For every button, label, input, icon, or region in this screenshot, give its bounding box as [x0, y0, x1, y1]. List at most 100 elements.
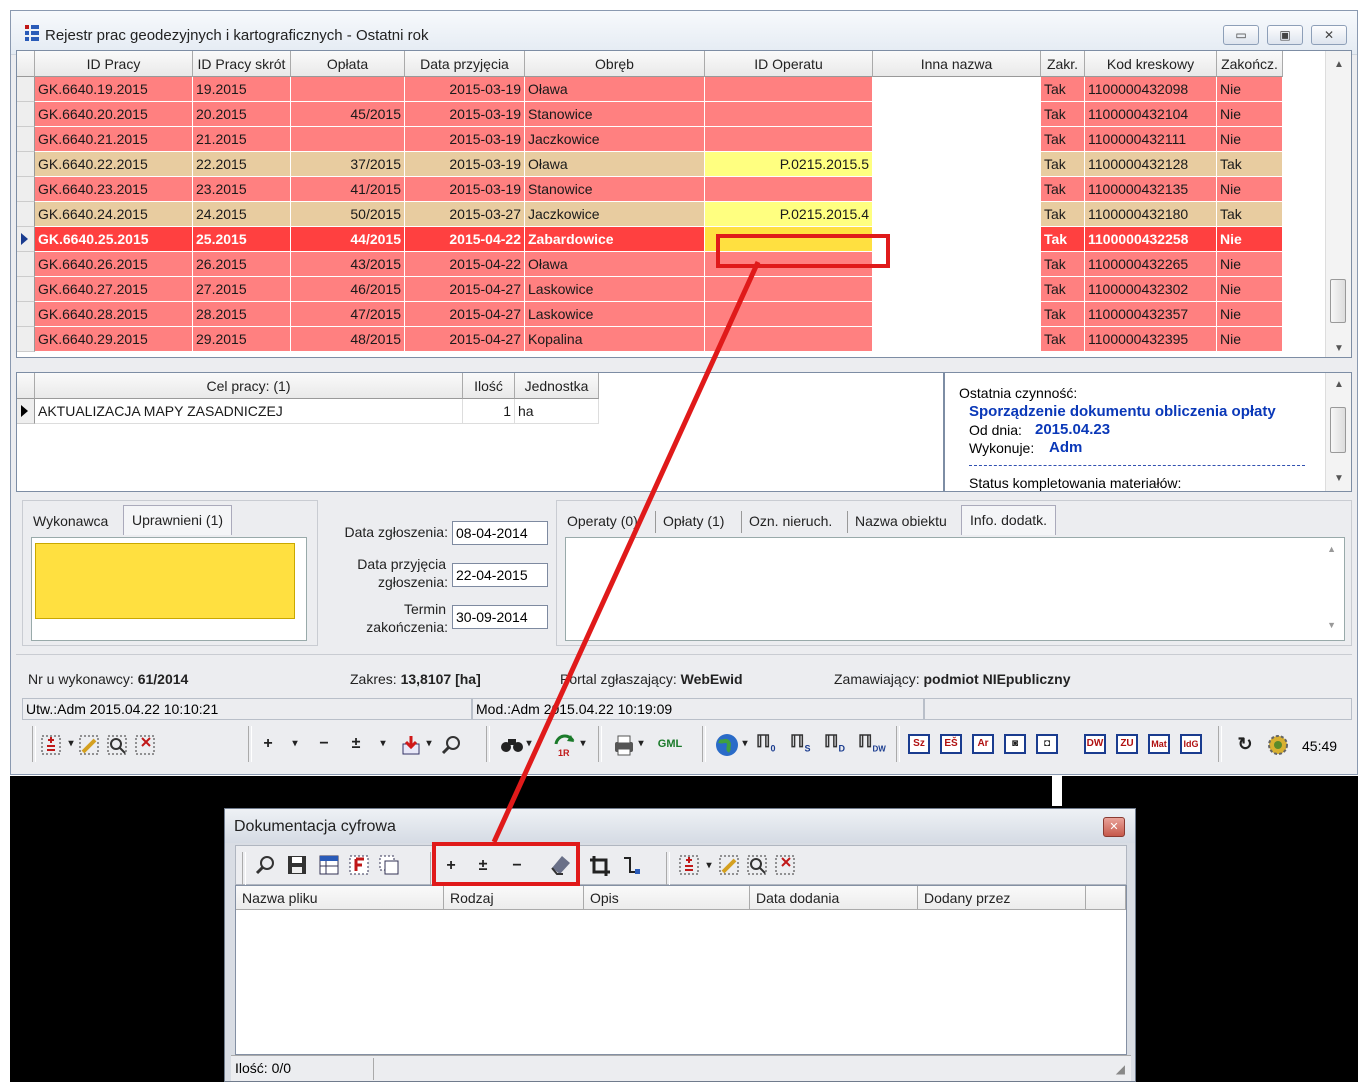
works-grid[interactable]: ID Pracy ID Pracy skrót Opłata Data przyjęc…	[16, 50, 1352, 358]
scroll-up-icon[interactable]: ▲	[1327, 544, 1336, 554]
row-selector[interactable]	[17, 202, 35, 227]
edit-icon[interactable]	[78, 734, 100, 756]
globe-dropdown-icon[interactable]: ▾	[740, 732, 750, 756]
table-row[interactable]: GK.6640.24.2015 24.2015 50/2015 2015-03-27 J…	[17, 202, 1283, 227]
binoculars-icon[interactable]	[500, 734, 524, 756]
col-header-kod[interactable]: Kod kreskowy	[1085, 51, 1217, 77]
scroll-thumb[interactable]	[1330, 279, 1346, 323]
contractor-field[interactable]	[35, 543, 295, 619]
maximize-button[interactable]: ▣	[1267, 25, 1303, 45]
sz-icon[interactable]: Sz	[908, 734, 930, 754]
close-button[interactable]: ✕	[1311, 25, 1347, 45]
dialog-files-grid[interactable]: Nazwa pliku Rodzaj Opis Data dodania Dod…	[235, 885, 1127, 1055]
search-icon[interactable]	[254, 854, 276, 876]
import-icon[interactable]	[400, 734, 422, 756]
last-action-scrollbar[interactable]: ▲ ▼	[1325, 373, 1351, 491]
crop-icon[interactable]	[588, 854, 612, 878]
toggle-dropdown-icon[interactable]: ▾	[378, 732, 388, 756]
globe-icon[interactable]	[714, 732, 740, 758]
scroll-up-icon[interactable]: ▲	[1334, 379, 1344, 390]
row-selector[interactable]	[17, 77, 35, 102]
row-selector[interactable]	[17, 327, 35, 352]
table-row[interactable]: GK.6640.22.2015 22.2015 37/2015 2015-03-19 O…	[17, 152, 1283, 177]
mapd-icon[interactable]: ℿD	[824, 732, 848, 756]
col-header-data[interactable]: Data przyjęcia	[405, 51, 525, 77]
reload-icon[interactable]: ↻	[1236, 732, 1254, 756]
col-header-skrot[interactable]: ID Pracy skrót	[193, 51, 291, 77]
scroll-thumb[interactable]	[1330, 407, 1346, 453]
tab-uprawnieni[interactable]: Uprawnieni (1)	[123, 505, 233, 535]
table-row[interactable]: GK.6640.23.2015 23.2015 41/2015 2015-03-19 S…	[17, 177, 1283, 202]
grid-scrollbar[interactable]: ▲ ▼	[1325, 51, 1351, 357]
resize-grip-icon[interactable]: ◢	[1116, 1062, 1125, 1076]
table-row[interactable]: GK.6640.27.2015 27.2015 46/2015 2015-04-27 L…	[17, 277, 1283, 302]
data-zgloszenia-field[interactable]: 08-04-2014	[452, 521, 548, 545]
termin-field[interactable]: 30-09-2014	[452, 605, 548, 629]
scroll-down-icon[interactable]: ▼	[1334, 473, 1344, 484]
insert-row-icon[interactable]	[678, 854, 702, 876]
connector-icon[interactable]	[620, 854, 642, 876]
tab-operaty[interactable]: Operaty (0)	[567, 513, 638, 529]
mat-icon[interactable]: Mat	[1148, 734, 1170, 754]
mapdw-icon[interactable]: ℿDW	[858, 732, 886, 756]
import-dropdown-icon[interactable]: ▾	[424, 732, 434, 756]
row-selector[interactable]	[17, 127, 35, 152]
copy-icon[interactable]	[378, 854, 400, 876]
ar-icon[interactable]: Ar	[972, 734, 994, 754]
tab-wykonawca[interactable]: Wykonawca	[33, 513, 108, 529]
row-selector[interactable]	[17, 152, 35, 177]
insert-row-icon[interactable]	[40, 734, 64, 756]
ilosc-header[interactable]: Ilość	[463, 373, 515, 399]
table-row[interactable]: GK.6640.29.2015 29.2015 48/2015 2015-04-27 K…	[17, 327, 1283, 352]
col-header-oplata[interactable]: Opłata	[291, 51, 405, 77]
zu-icon[interactable]: ZU	[1116, 734, 1138, 754]
col-dodany-przez[interactable]: Dodany przez	[918, 886, 1086, 910]
preview-icon[interactable]	[746, 854, 768, 876]
find-dropdown-icon[interactable]: ▾	[524, 732, 534, 756]
es-icon[interactable]: EŠ	[940, 734, 962, 754]
data-przyjecia-field[interactable]: 22-04-2015	[452, 563, 548, 587]
jednostka-header[interactable]: Jednostka	[515, 373, 599, 399]
cel-header[interactable]: Cel pracy: (1)	[35, 373, 463, 399]
refresh-1r-icon[interactable]: 1R	[552, 732, 578, 758]
tab-info-dodatk[interactable]: Info. dodatk.	[961, 505, 1057, 535]
edit-icon[interactable]	[718, 854, 740, 876]
col-header-zak[interactable]: Zakończ.	[1217, 51, 1283, 77]
dw-icon[interactable]: DW	[1084, 734, 1106, 754]
row-selector[interactable]	[17, 227, 35, 252]
table-row[interactable]: GK.6640.20.2015 20.2015 45/2015 2015-03-19 S…	[17, 102, 1283, 127]
scroll-down-icon[interactable]: ▼	[1327, 620, 1336, 630]
table-view-icon[interactable]	[318, 854, 340, 876]
dialog-close-button[interactable]: ✕	[1103, 817, 1125, 837]
info-text-area[interactable]: ▲ ▼	[565, 537, 1345, 641]
row-selector[interactable]	[17, 102, 35, 127]
col-opis[interactable]: Opis	[584, 886, 750, 910]
file-f-icon[interactable]	[348, 854, 370, 876]
idg-icon[interactable]: IdG	[1180, 734, 1202, 754]
print-icon[interactable]	[612, 734, 636, 756]
col-header-id[interactable]: ID Pracy	[35, 51, 193, 77]
save-icon[interactable]	[286, 854, 308, 876]
add-button[interactable]: +	[260, 732, 276, 756]
scroll-down-icon[interactable]: ▼	[1334, 343, 1344, 354]
preview-icon[interactable]	[106, 734, 128, 756]
col-header-obreb[interactable]: Obręb	[525, 51, 705, 77]
delete-row-icon[interactable]	[134, 734, 156, 756]
col-rodzaj[interactable]: Rodzaj	[444, 886, 584, 910]
col-header-inna[interactable]: Inna nazwa	[873, 51, 1041, 77]
table-row[interactable]: GK.6640.21.2015 21.2015 2015-03-19 Jaczkowi…	[17, 127, 1283, 152]
add-dropdown-icon[interactable]: ▾	[290, 732, 300, 756]
camera-icon[interactable]: ◙	[1004, 734, 1026, 754]
table-row[interactable]: GK.6640.26.2015 26.2015 43/2015 2015-04-22 O…	[17, 252, 1283, 277]
col-nazwa-pliku[interactable]: Nazwa pliku	[236, 886, 444, 910]
print-dropdown-icon[interactable]: ▾	[636, 732, 646, 756]
remove-button[interactable]: −	[316, 732, 332, 756]
table-row[interactable]: GK.6640.19.2015 19.2015 2015-03-19 Oława Tak…	[17, 77, 1283, 102]
gml-export-icon[interactable]: GML	[652, 732, 688, 756]
search-icon[interactable]	[440, 734, 462, 756]
refresh-dropdown-icon[interactable]: ▾	[578, 732, 588, 756]
row-selector[interactable]	[17, 177, 35, 202]
tab-ozn-nieruch[interactable]: Ozn. nieruch.	[749, 513, 832, 529]
table-row[interactable]: GK.6640.25.2015 25.2015 44/2015 2015-04-22 Z…	[17, 227, 1283, 252]
tab-oplaty[interactable]: Opłaty (1)	[663, 513, 724, 529]
